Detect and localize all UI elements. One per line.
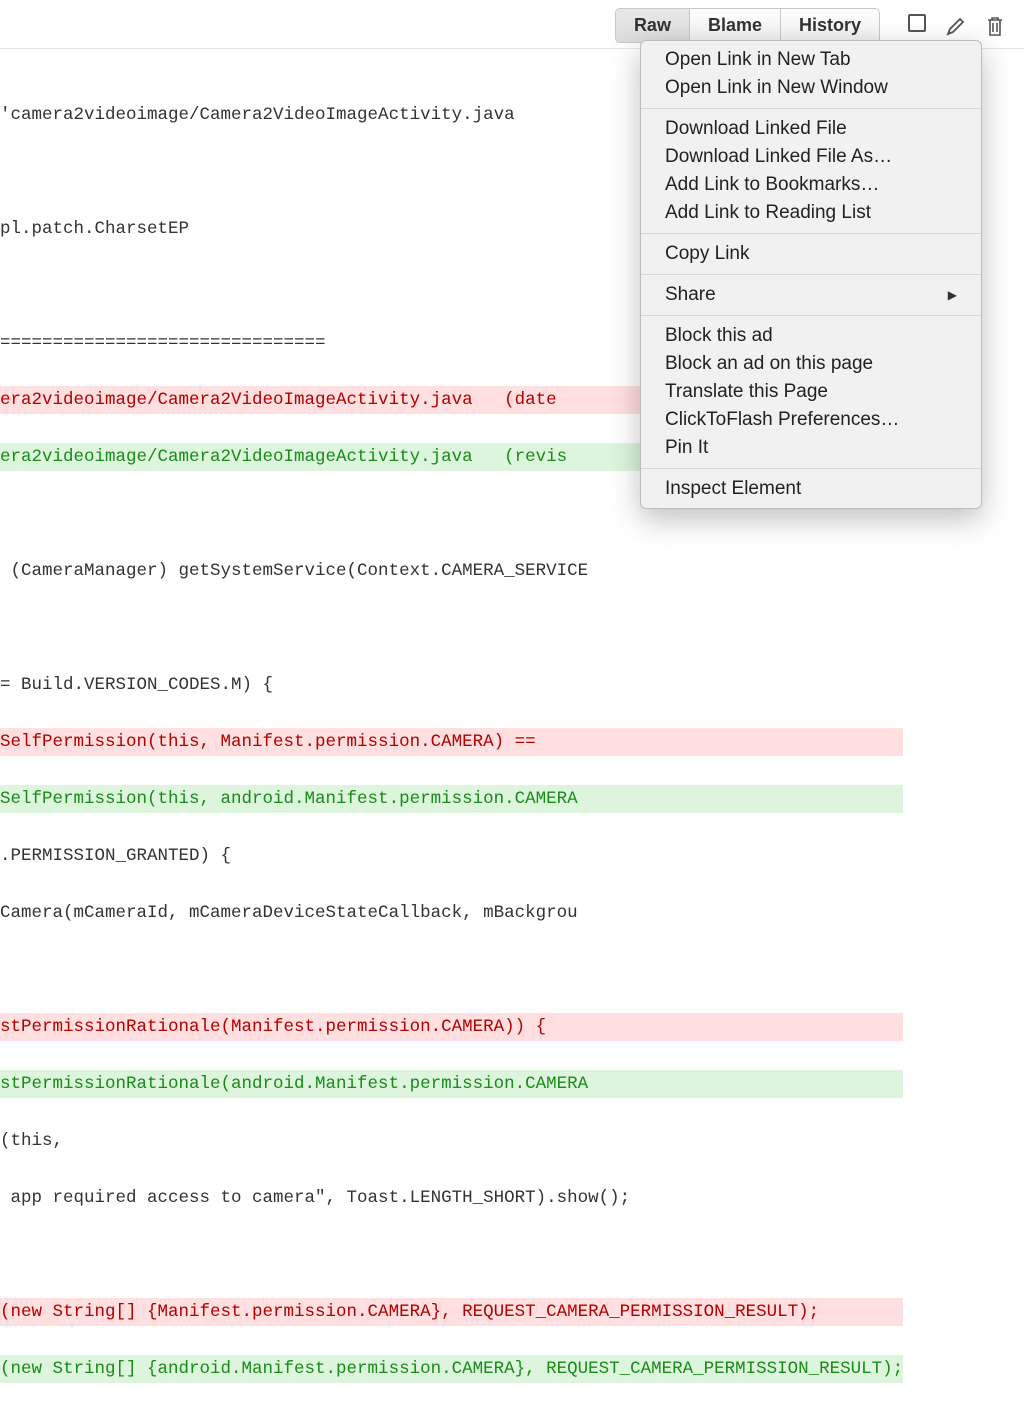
diff-removed-line: stPermissionRationale(Manifest.permissio… bbox=[0, 1013, 903, 1042]
raw-button[interactable]: Raw bbox=[616, 9, 690, 42]
menu-separator bbox=[641, 274, 981, 275]
menu-download-linked-as[interactable]: Download Linked File As… bbox=[641, 143, 981, 171]
code-line: (CameraManager) getSystemService(Context… bbox=[0, 557, 903, 586]
history-button[interactable]: History bbox=[781, 9, 879, 42]
menu-label: Inspect Element bbox=[665, 478, 801, 500]
code-line bbox=[0, 956, 903, 985]
menu-clicktoflash[interactable]: ClickToFlash Preferences… bbox=[641, 406, 981, 434]
code-line: app required access to camera", Toast.LE… bbox=[0, 1184, 903, 1213]
code-line: .PERMISSION_GRANTED) { bbox=[0, 842, 903, 871]
diff-removed-line: (new String[] {Manifest.permission.CAMER… bbox=[0, 1298, 903, 1327]
view-mode-group: Raw Blame History bbox=[615, 8, 880, 43]
checkbox-icon[interactable] bbox=[908, 14, 926, 37]
menu-translate[interactable]: Translate this Page bbox=[641, 378, 981, 406]
menu-label: Open Link in New Tab bbox=[665, 49, 851, 71]
menu-separator bbox=[641, 233, 981, 234]
menu-block-ad[interactable]: Block this ad bbox=[641, 322, 981, 350]
context-menu: Open Link in New Tab Open Link in New Wi… bbox=[640, 40, 982, 509]
menu-separator bbox=[641, 315, 981, 316]
menu-block-ad-page[interactable]: Block an ad on this page bbox=[641, 350, 981, 378]
delete-icon[interactable] bbox=[986, 15, 1004, 37]
menu-label: Add Link to Bookmarks… bbox=[665, 174, 879, 196]
menu-inspect-element[interactable]: Inspect Element bbox=[641, 475, 981, 503]
edit-icon[interactable] bbox=[946, 16, 966, 36]
menu-separator bbox=[641, 108, 981, 109]
code-line: Camera(mCameraId, mCameraDeviceStateCall… bbox=[0, 899, 903, 928]
toolbar-icons bbox=[908, 14, 1004, 37]
menu-pin-it[interactable]: Pin It bbox=[641, 434, 981, 462]
menu-add-bookmarks[interactable]: Add Link to Bookmarks… bbox=[641, 171, 981, 199]
menu-label: Download Linked File bbox=[665, 118, 847, 140]
diff-removed-line: SelfPermission(this, Manifest.permission… bbox=[0, 728, 903, 757]
menu-download-linked[interactable]: Download Linked File bbox=[641, 115, 981, 143]
file-toolbar: Raw Blame History bbox=[615, 8, 1004, 43]
code-line bbox=[0, 1241, 903, 1270]
menu-open-new-tab[interactable]: Open Link in New Tab bbox=[641, 46, 981, 74]
code-line bbox=[0, 614, 903, 643]
menu-label: ClickToFlash Preferences… bbox=[665, 409, 899, 431]
code-line: (this, bbox=[0, 1127, 903, 1156]
menu-label: Translate this Page bbox=[665, 381, 828, 403]
menu-open-new-window[interactable]: Open Link in New Window bbox=[641, 74, 981, 102]
code-line: = Build.VERSION_CODES.M) { bbox=[0, 671, 903, 700]
submenu-arrow-icon: ▶ bbox=[948, 288, 957, 302]
menu-label: Copy Link bbox=[665, 243, 750, 265]
menu-label: Download Linked File As… bbox=[665, 146, 892, 168]
menu-separator bbox=[641, 468, 981, 469]
menu-add-reading-list[interactable]: Add Link to Reading List bbox=[641, 199, 981, 227]
menu-copy-link[interactable]: Copy Link bbox=[641, 240, 981, 268]
blame-button[interactable]: Blame bbox=[690, 9, 781, 42]
menu-label: Pin It bbox=[665, 437, 708, 459]
diff-added-line: SelfPermission(this, android.Manifest.pe… bbox=[0, 785, 903, 814]
menu-label: Share bbox=[665, 284, 716, 306]
diff-added-line: stPermissionRationale(android.Manifest.p… bbox=[0, 1070, 903, 1099]
diff-added-line: (new String[] {android.Manifest.permissi… bbox=[0, 1355, 903, 1384]
menu-label: Block this ad bbox=[665, 325, 773, 347]
menu-label: Block an ad on this page bbox=[665, 353, 873, 375]
menu-label: Open Link in New Window bbox=[665, 77, 888, 99]
menu-share[interactable]: Share ▶ bbox=[641, 281, 981, 309]
menu-label: Add Link to Reading List bbox=[665, 202, 871, 224]
